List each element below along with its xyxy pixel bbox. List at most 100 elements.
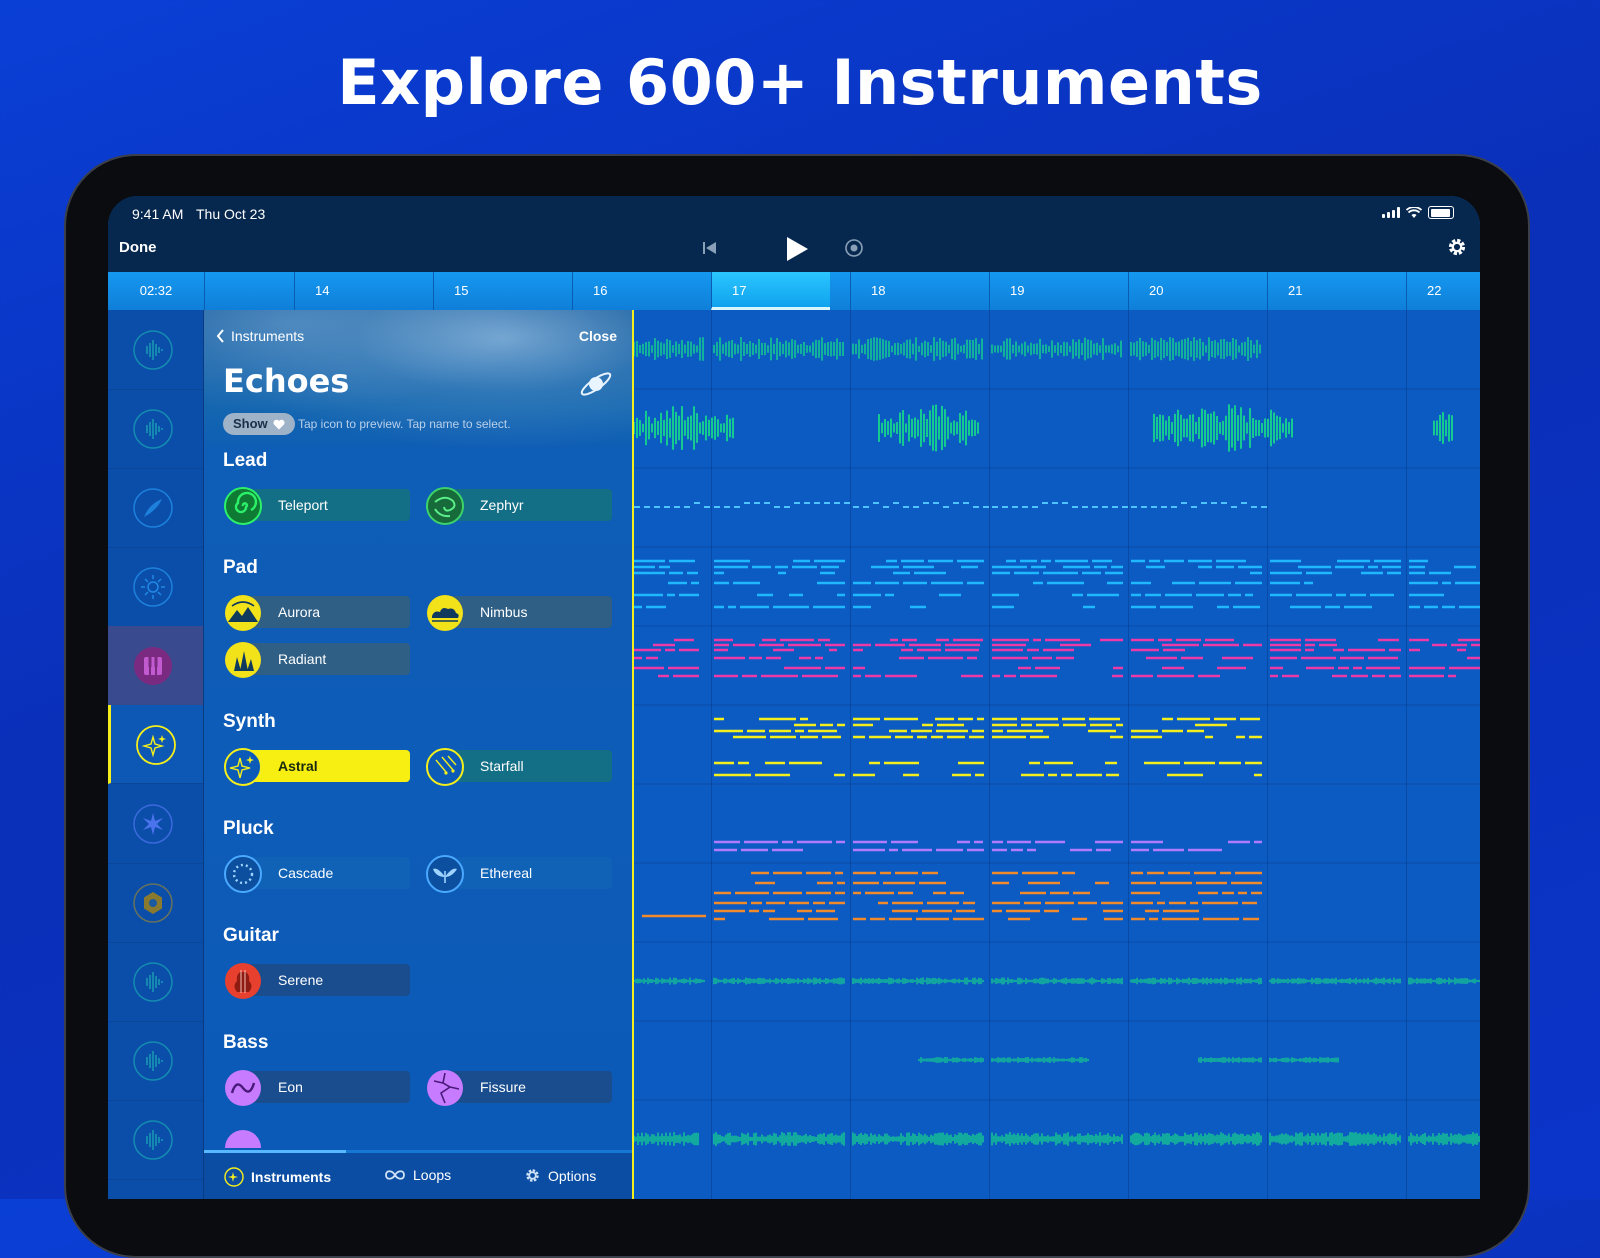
record-icon[interactable] [844,238,864,258]
bar-marker-20[interactable]: 20 [1128,272,1268,310]
bar-marker-22[interactable]: 22 [1406,272,1480,310]
bar-marker-15[interactable]: 15 [433,272,573,310]
rewind-icon[interactable] [700,238,720,258]
instrument-nimbus[interactable]: Nimbus [426,594,612,632]
instrument-starfall[interactable]: Starfall [426,748,612,786]
timeline-ruler[interactable]: 02:32 14 15 16 17 18 19 20 21 22 [108,272,1480,310]
shooting-stars-icon[interactable] [426,748,464,786]
instrument-label[interactable]: Fissure [446,1071,612,1103]
instrument-label[interactable]: Aurora [244,596,410,628]
battery-icon [1428,206,1454,219]
track-header-pluck[interactable] [108,784,203,864]
waveform-clip [713,337,844,361]
track-header-fx-3[interactable] [108,1100,203,1180]
track-header-lead[interactable] [108,468,203,548]
pad-note-clip [853,638,983,678]
instrument-label[interactable]: Cascade [244,857,410,889]
note-clip [1131,502,1267,508]
cracked-sphere-icon[interactable] [426,1069,464,1107]
track-header-fx-1[interactable] [108,942,203,1022]
guitar-icon[interactable] [224,962,262,1000]
tab-loops[interactable]: Loops [384,1167,451,1183]
show-favorites-toggle[interactable]: Show [223,413,295,435]
bar-marker-14[interactable]: 14 [294,272,434,310]
track-header-drums-1[interactable] [108,310,203,390]
wings-icon[interactable] [426,855,464,893]
synth-note-clip [714,717,845,777]
browser-tab-bar: Instruments Loops Options [204,1150,632,1199]
instrument-label[interactable]: Eon [244,1071,410,1103]
track-header-synth-selected[interactable] [108,705,203,784]
waveform-clip [918,1057,984,1063]
bar-marker-19[interactable]: 19 [989,272,1129,310]
tab-options[interactable]: Options [524,1167,596,1184]
instrument-label[interactable]: Teleport [244,489,410,521]
bar-marker-18[interactable]: 18 [850,272,990,310]
wifi-icon [1406,206,1422,218]
arp-note-clip [714,871,845,921]
pad-note-clip [853,559,984,609]
waveform-clip [634,337,704,361]
infinity-wave-icon[interactable] [224,1069,262,1107]
instrument-label[interactable]: Starfall [446,750,612,782]
sparkles-icon[interactable] [224,748,262,786]
sunburst-icon [133,567,173,607]
instrument-zephyr[interactable]: Zephyr [426,487,612,525]
dotted-ring-icon[interactable] [224,855,262,893]
waveform-clip [1269,1132,1401,1146]
crystal-icon[interactable] [224,641,262,679]
instrument-label[interactable]: Radiant [244,643,410,675]
instrument-label[interactable]: Astral [244,750,410,782]
play-icon[interactable] [784,235,810,263]
track-header-drums-2[interactable] [108,389,203,469]
planet-icon [580,372,612,396]
preview-hint: Tap icon to preview. Tap name to select. [298,417,511,431]
instrument-label[interactable]: Nimbus [446,596,612,628]
instrument-eon[interactable]: Eon [224,1069,410,1107]
transport-toolbar: Done [108,226,1480,272]
instrument-aurora[interactable]: Aurora [224,594,410,632]
clip-layer [634,337,1480,1146]
pad-note-clip [714,559,845,609]
synth-note-clip [992,717,1123,777]
pack-title: Echoes [223,362,350,400]
note-clip [634,502,710,508]
spiral-icon[interactable] [224,487,262,525]
track-header-pad-cyan[interactable] [108,547,203,627]
instrument-label[interactable]: Zephyr [446,489,612,521]
track-header-fx-2[interactable] [108,1021,203,1101]
bar-marker-16[interactable]: 16 [572,272,712,310]
done-button[interactable]: Done [119,239,157,256]
waveform-clip [991,1057,1089,1063]
instrument-label[interactable]: Ethereal [446,857,612,889]
waveform-clip [1130,337,1261,361]
instrument-astral-selected[interactable]: Astral [224,748,410,786]
back-to-instruments-link[interactable]: Instruments [216,328,304,344]
instrument-fissure[interactable]: Fissure [426,1069,612,1107]
mountain-aurora-icon[interactable] [224,594,262,632]
close-button[interactable]: Close [579,328,617,344]
arrangement-area[interactable] [634,310,1480,1199]
settings-gear-icon[interactable] [1446,236,1468,258]
track-header-arp[interactable] [108,863,203,943]
bar-marker-21[interactable]: 21 [1267,272,1407,310]
instrument-label[interactable]: Serene [244,964,410,996]
tab-instruments[interactable]: Instruments [224,1167,331,1187]
waveform-icon [133,330,173,370]
waveform-clip [1153,404,1293,452]
instrument-radiant[interactable]: Radiant [224,641,410,679]
instrument-cascade[interactable]: Cascade [224,855,410,893]
waveform-clip [634,977,705,985]
instrument-teleport[interactable]: Teleport [224,487,410,525]
instrument-serene[interactable]: Serene [224,962,410,1000]
waveform-clip [1408,1132,1480,1146]
active-tab-indicator [204,1150,346,1153]
bar-marker-17-current[interactable]: 17 [711,272,830,310]
swirl-wind-icon[interactable] [426,487,464,525]
track-header-keys[interactable] [108,626,203,706]
pad-note-clip [1409,638,1480,678]
instrument-ethereal[interactable]: Ethereal [426,855,612,893]
cloud-sun-icon[interactable] [426,594,464,632]
arp-note-clip [853,871,984,921]
pluck-note-clip [992,840,1123,852]
